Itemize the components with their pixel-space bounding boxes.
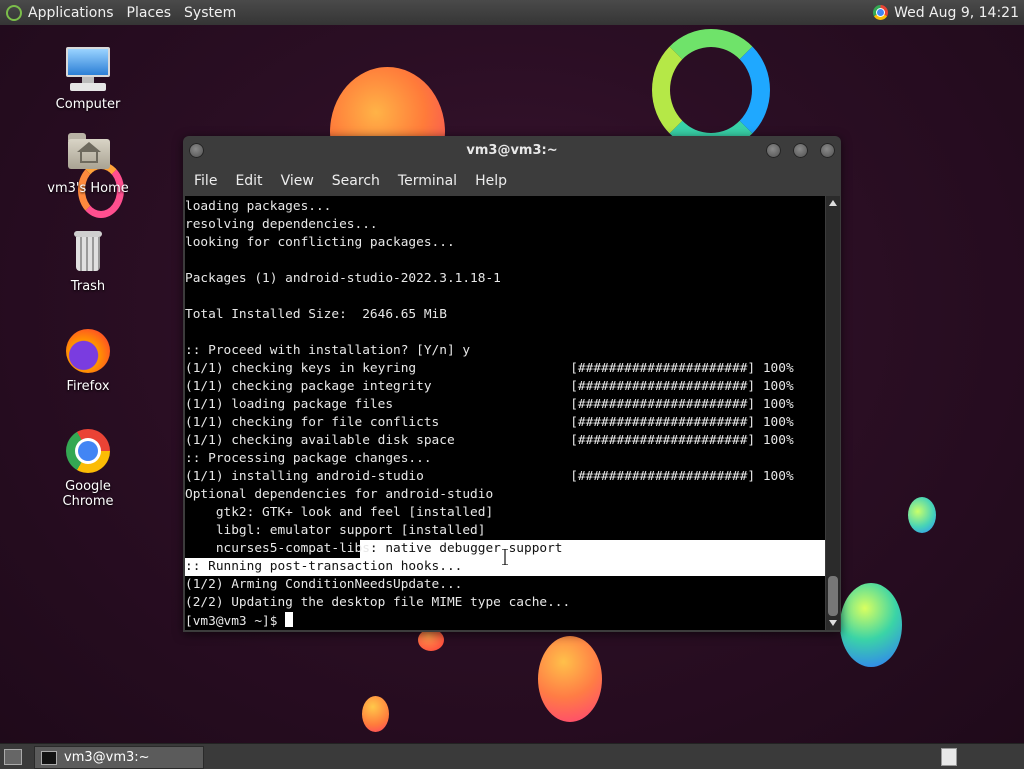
chrome-icon <box>64 427 112 475</box>
show-desktop-icon[interactable] <box>4 749 22 765</box>
menu-search[interactable]: Search <box>323 173 389 189</box>
scroll-down-icon[interactable] <box>829 620 837 626</box>
text-cursor-icon <box>502 549 508 565</box>
terminal-cursor <box>285 612 294 627</box>
terminal-line: Optional dependencies for android-studio <box>185 487 494 502</box>
minimize-icon[interactable] <box>766 143 781 158</box>
desktop-icon-firefox[interactable]: Firefox <box>38 327 138 394</box>
window-title: vm3@vm3:~ <box>466 143 558 158</box>
terminal-line: (1/1) loading package files [###########… <box>185 397 794 412</box>
desktop-icon-label: Trash <box>70 279 106 294</box>
system-menu[interactable]: System <box>180 0 245 25</box>
terminal-line: gtk2: GTK+ look and feel [installed] <box>185 505 494 520</box>
terminal-line: (1/1) checking available disk space [###… <box>185 433 794 448</box>
terminal-line: (1/1) checking for file conflicts [#####… <box>185 415 794 430</box>
computer-icon <box>64 45 112 93</box>
terminal-icon <box>41 750 57 765</box>
terminal-line: [vm3@vm3 ~]$ <box>185 612 825 630</box>
terminal-line: (1/1) checking package integrity [######… <box>185 379 794 394</box>
wallpaper-ring <box>652 29 770 151</box>
clock-text: Wed Aug 9, 14:21 <box>894 4 1019 21</box>
terminal-line: (1/2) Arming ConditionNeedsUpdate... <box>185 577 463 592</box>
terminal-line: (2/2) Updating the desktop file MIME typ… <box>185 595 571 610</box>
close-icon[interactable] <box>820 143 835 158</box>
menu-terminal[interactable]: Terminal <box>389 173 466 189</box>
bottom-panel: vm3@vm3:~ <box>0 743 1024 769</box>
terminal-line: Total Installed Size: 2646.65 MiB <box>185 307 447 322</box>
desktop-icon-label: vm3's Home <box>47 181 129 196</box>
menu-file[interactable]: File <box>185 173 226 189</box>
places-menu[interactable]: Places <box>123 0 181 25</box>
scrollbar-thumb[interactable] <box>828 576 838 616</box>
desktop-icon-label: Computer <box>55 97 121 112</box>
desktop-icon-computer[interactable]: Computer <box>38 45 138 112</box>
menu-edit[interactable]: Edit <box>226 173 271 189</box>
terminal-line: loading packages... <box>185 199 332 214</box>
taskbar-window-button[interactable]: vm3@vm3:~ <box>34 746 204 769</box>
desktop-icon-trash[interactable]: Trash <box>38 227 138 294</box>
terminal-line: (1/1) installing android-studio [#######… <box>185 469 794 484</box>
wallpaper-blob <box>362 696 389 732</box>
wallpaper-blob <box>538 636 602 722</box>
wallpaper-blob <box>840 583 902 667</box>
workspace-switcher[interactable] <box>941 748 957 766</box>
firefox-icon <box>64 327 112 375</box>
terminal-line: Packages (1) android-studio-2022.3.1.18-… <box>185 271 501 286</box>
trash-icon <box>64 227 112 275</box>
top-panel: Applications Places System Wed Aug 9, 14… <box>0 0 1024 25</box>
window-titlebar[interactable]: vm3@vm3:~ <box>183 136 841 166</box>
maximize-icon[interactable] <box>793 143 808 158</box>
scroll-up-icon[interactable] <box>829 200 837 206</box>
taskbar-window-label: vm3@vm3:~ <box>64 750 150 765</box>
chrome-tray-icon[interactable] <box>873 5 889 20</box>
terminal-line: resolving dependencies... <box>185 217 378 232</box>
desktop-icon-label: Firefox <box>66 379 110 394</box>
terminal-line: :: Processing package changes... <box>185 451 432 466</box>
terminal-line: (1/1) checking keys in keyring [########… <box>185 361 794 376</box>
terminal-scrollbar[interactable] <box>826 196 840 630</box>
terminal-line: looking for conflicting packages... <box>185 235 455 250</box>
clock[interactable]: Wed Aug 9, 14:21 <box>873 0 1019 25</box>
home-folder-icon <box>64 129 112 177</box>
window-menu-icon[interactable] <box>189 143 204 158</box>
desktop-icon-home[interactable]: vm3's Home <box>38 129 138 196</box>
wallpaper-blob <box>418 629 444 651</box>
terminal-menubar: File Edit View Search Terminal Help <box>183 166 841 196</box>
terminal-line: libgl: emulator support [installed] <box>185 523 486 538</box>
menu-view[interactable]: View <box>272 173 323 189</box>
desktop-icon-label: Google Chrome <box>62 479 114 509</box>
menu-help[interactable]: Help <box>466 173 516 189</box>
desktop-icon-chrome[interactable]: Google Chrome <box>38 427 138 509</box>
wallpaper-blob <box>908 497 936 533</box>
distro-logo-icon[interactable] <box>6 4 22 21</box>
terminal-line: :: Proceed with installation? [Y/n] y <box>185 343 471 358</box>
applications-menu[interactable]: Applications <box>22 0 123 25</box>
terminal-window[interactable]: vm3@vm3:~ File Edit View Search Terminal… <box>183 136 841 632</box>
